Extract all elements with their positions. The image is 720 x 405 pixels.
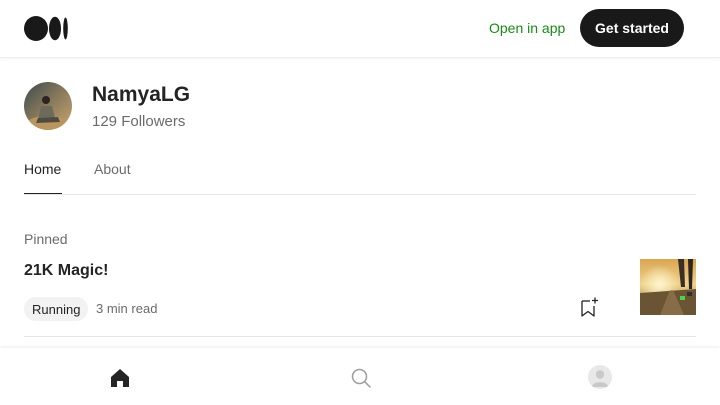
search-icon[interactable] bbox=[349, 366, 373, 390]
bottom-nav bbox=[0, 348, 720, 405]
bookmark-add-icon[interactable] bbox=[578, 296, 600, 318]
post-thumbnail[interactable] bbox=[640, 259, 696, 315]
profile-name[interactable]: NamyaLG bbox=[92, 83, 190, 107]
followers-count[interactable]: 129 Followers bbox=[92, 113, 185, 130]
profile-tabs: Home About bbox=[24, 154, 696, 195]
profile-icon[interactable] bbox=[588, 365, 612, 389]
home-icon[interactable] bbox=[108, 366, 132, 390]
post-divider bbox=[24, 336, 696, 337]
top-bar: Open in app Get started bbox=[0, 0, 720, 57]
post-title[interactable]: 21K Magic! bbox=[24, 262, 108, 280]
user-silhouette-icon bbox=[591, 370, 609, 387]
medium-logo-icon[interactable] bbox=[24, 16, 69, 41]
active-tab-indicator bbox=[24, 193, 62, 194]
running-road-photo-icon bbox=[640, 259, 696, 315]
pinned-label: Pinned bbox=[24, 231, 68, 247]
read-time: 3 min read bbox=[96, 301, 158, 316]
tab-home[interactable]: Home bbox=[24, 161, 61, 177]
get-started-button[interactable]: Get started bbox=[580, 9, 684, 47]
post-tag[interactable]: Running bbox=[24, 297, 89, 321]
avatar[interactable] bbox=[24, 82, 72, 130]
profile-photo-icon bbox=[24, 82, 72, 130]
open-in-app-link[interactable]: Open in app bbox=[489, 20, 565, 36]
tab-about[interactable]: About bbox=[94, 161, 131, 177]
